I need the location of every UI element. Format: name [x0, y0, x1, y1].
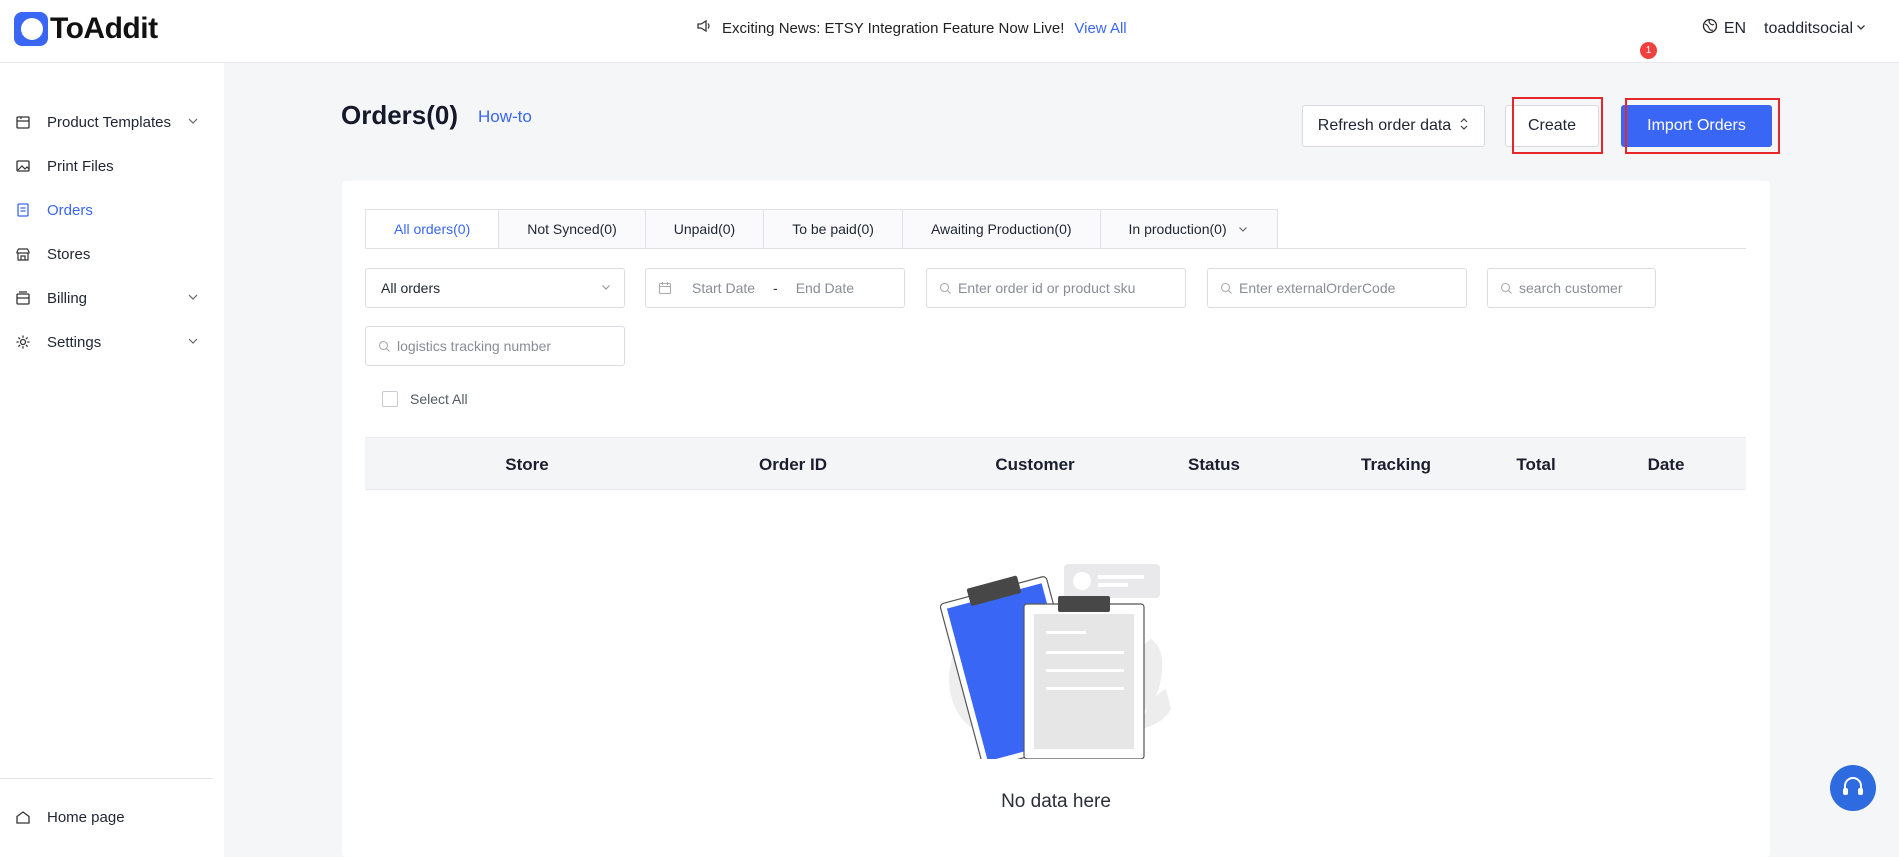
sidebar-item-stores[interactable]: Stores [0, 234, 224, 274]
order-type-value: All orders [381, 280, 441, 296]
select-all-checkbox[interactable] [382, 391, 398, 407]
language-label: EN [1723, 19, 1747, 37]
external-order-code-input[interactable]: Enter externalOrderCode [1207, 268, 1467, 308]
chevron-down-icon [1855, 20, 1867, 38]
tab-to-be-paid[interactable]: To be paid(0) [764, 209, 903, 249]
refresh-order-data-button[interactable]: Refresh order data [1302, 105, 1485, 147]
sidebar-item-label: Stores [47, 245, 91, 263]
tracking-number-input[interactable]: logistics tracking number [365, 326, 625, 366]
box-icon [14, 113, 32, 131]
sidebar-item-label: Billing [47, 289, 88, 307]
start-date-input[interactable]: Start Date [692, 280, 755, 296]
home-icon [14, 808, 32, 826]
tab-not-synced[interactable]: Not Synced(0) [499, 209, 646, 249]
chevron-down-icon [1237, 223, 1249, 235]
column-header-total[interactable]: Total [1516, 455, 1555, 475]
view-all-link[interactable]: View All [1074, 20, 1126, 37]
sidebar-divider [0, 778, 213, 779]
notification-badge: 1 [1640, 42, 1657, 59]
column-header-order-id[interactable]: Order ID [759, 455, 827, 475]
user-menu[interactable]: toadditsocial [1764, 20, 1867, 38]
chevron-down-icon [186, 334, 200, 352]
chevron-down-icon [186, 290, 200, 308]
gear-icon [14, 333, 32, 351]
sidebar-item-product-templates[interactable]: Product Templates [0, 102, 224, 142]
column-header-date[interactable]: Date [1648, 455, 1685, 475]
chevron-down-icon [600, 280, 612, 296]
page-title: Orders(0) [341, 100, 459, 130]
chevron-down-icon [186, 114, 200, 132]
tracking-placeholder: logistics tracking number [397, 338, 552, 354]
logo-text: ToAddit [50, 12, 158, 45]
sort-arrows-icon [1459, 117, 1469, 136]
sidebar-item-label: Print Files [47, 157, 114, 175]
tab-all-orders[interactable]: All orders(0) [365, 209, 500, 249]
announcement-bar: Exciting News: ETSY Integration Feature … [696, 18, 1127, 38]
order-search-input[interactable]: Enter order id or product sku [926, 268, 1186, 308]
order-type-select[interactable]: All orders [365, 268, 625, 308]
globe-icon [1702, 18, 1718, 39]
sidebar: Product Templates Print Files Orders Sto… [0, 63, 224, 857]
headset-icon [1839, 773, 1867, 803]
empty-state-text: No data here [1001, 791, 1111, 812]
order-tabs: All orders(0) Not Synced(0) Unpaid(0) To… [365, 209, 1278, 249]
top-header: ToAddit Exciting News: ETSY Integration … [0, 0, 1899, 63]
sidebar-item-settings[interactable]: Settings [0, 322, 224, 362]
header-right: EN toadditsocial [1702, 18, 1867, 39]
sidebar-item-label: Orders [47, 201, 93, 219]
end-date-input[interactable]: End Date [796, 280, 854, 296]
image-icon [14, 157, 32, 175]
column-header-customer[interactable]: Customer [995, 455, 1074, 475]
tab-awaiting-production[interactable]: Awaiting Production(0) [902, 209, 1101, 249]
tab-unpaid[interactable]: Unpaid(0) [645, 209, 765, 249]
logo[interactable]: ToAddit [14, 12, 158, 46]
import-orders-button[interactable]: Import Orders [1621, 105, 1772, 147]
sidebar-item-print-files[interactable]: Print Files [0, 146, 224, 186]
external-code-placeholder: Enter externalOrderCode [1239, 280, 1396, 296]
column-header-tracking[interactable]: Tracking [1361, 455, 1431, 475]
create-button[interactable]: Create [1505, 105, 1599, 147]
tab-in-production[interactable]: In production(0) [1100, 209, 1278, 249]
tabs-underline [365, 248, 1746, 249]
date-separator: - [773, 280, 778, 296]
help-button[interactable] [1830, 765, 1876, 811]
date-range-picker[interactable]: Start Date - End Date [645, 268, 905, 308]
how-to-link[interactable]: How-to [478, 107, 532, 127]
refresh-label: Refresh order data [1317, 117, 1452, 134]
billing-icon [14, 289, 32, 307]
search-icon [1220, 282, 1233, 295]
orders-icon [14, 201, 32, 219]
logo-mark-icon [14, 12, 48, 46]
tab-label: In production(0) [1128, 221, 1227, 237]
search-icon [378, 340, 391, 353]
language-selector[interactable]: EN [1702, 18, 1746, 39]
megaphone-icon [696, 18, 712, 38]
calendar-icon [658, 281, 672, 295]
search-icon [1500, 282, 1513, 295]
empty-state-illustration [916, 559, 1216, 769]
column-header-status[interactable]: Status [1188, 455, 1240, 475]
column-header-store[interactable]: Store [505, 455, 548, 475]
search-icon [939, 282, 952, 295]
select-all-row[interactable]: Select All [382, 391, 468, 407]
sidebar-item-home-page[interactable]: Home page [0, 797, 224, 837]
sidebar-item-orders[interactable]: Orders [0, 190, 224, 230]
announcement-text: Exciting News: ETSY Integration Feature … [722, 19, 1065, 37]
customer-search-input[interactable]: search customer [1487, 268, 1656, 308]
sidebar-item-label: Settings [47, 333, 102, 351]
sidebar-item-label: Home page [47, 808, 125, 826]
username: toadditsocial [1764, 19, 1853, 37]
customer-placeholder: search customer [1519, 280, 1623, 296]
sidebar-item-label: Product Templates [47, 113, 171, 131]
orders-card: All orders(0) Not Synced(0) Unpaid(0) To… [342, 181, 1770, 857]
table-header: Store Order ID Customer Status Tracking … [365, 437, 1746, 490]
store-icon [14, 245, 32, 263]
sidebar-item-billing[interactable]: Billing [0, 278, 224, 318]
order-search-placeholder: Enter order id or product sku [958, 280, 1136, 296]
select-all-label: Select All [410, 391, 468, 407]
